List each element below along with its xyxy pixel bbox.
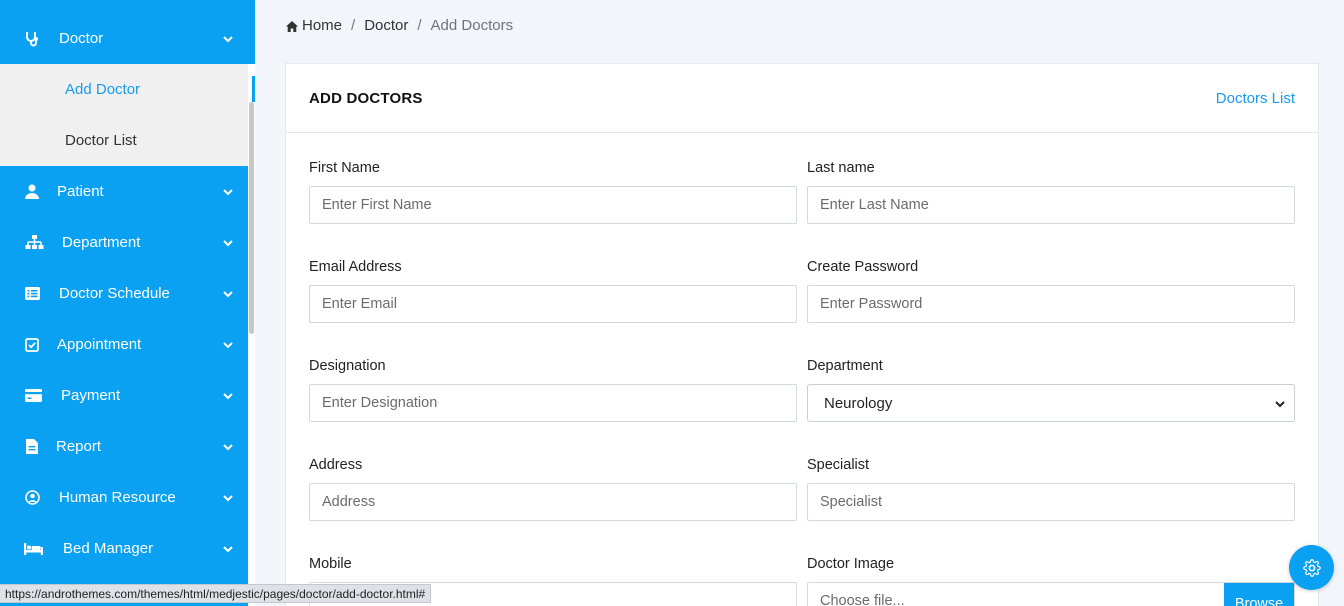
sidebar-item-label: Doctor <box>59 30 104 47</box>
last-name-label: Last name <box>807 160 875 176</box>
user-circle-icon <box>24 490 40 506</box>
sidebar-item-label: Patient <box>57 183 104 200</box>
breadcrumb-doctor[interactable]: Doctor <box>364 17 408 34</box>
sidebar-item-payment[interactable]: Payment <box>0 370 248 421</box>
department-label: Department <box>807 358 883 374</box>
browser-status-bar: https://androthemes.com/themes/html/medj… <box>0 584 432 603</box>
file-icon <box>24 439 40 455</box>
address-label: Address <box>309 457 363 473</box>
password-field[interactable] <box>807 285 1295 323</box>
breadcrumb: Home / Doctor / Add Doctors <box>286 16 513 34</box>
sidebar-item-label: Bed Manager <box>63 540 154 557</box>
department-selected-value: Neurology <box>824 394 893 412</box>
file-placeholder: Choose file... <box>820 593 905 606</box>
breadcrumb-separator: / <box>417 16 422 34</box>
mobile-label: Mobile <box>309 556 352 572</box>
gear-icon <box>1302 558 1321 577</box>
password-label: Create Password <box>807 259 919 275</box>
doctor-submenu: Add Doctor Doctor List <box>0 64 248 166</box>
chevron-down-icon <box>223 239 233 246</box>
sidebar-subitem-doctor-list[interactable]: Doctor List <box>0 115 248 166</box>
list-icon <box>24 286 40 302</box>
sidebar-item-appointment[interactable]: Appointment <box>0 319 248 370</box>
specialist-input[interactable] <box>807 483 1295 521</box>
sidebar-scrollbar[interactable] <box>249 102 254 334</box>
last-name-input[interactable] <box>807 186 1295 224</box>
stethoscope-icon <box>24 31 40 47</box>
add-doctor-card: ADD DOCTORS Doctors List First Name Last… <box>285 63 1319 606</box>
doctor-image-label: Doctor Image <box>807 556 895 572</box>
home-icon <box>286 21 298 32</box>
card-header: ADD DOCTORS Doctors List <box>286 64 1318 133</box>
chevron-down-icon <box>223 443 233 450</box>
credit-card-icon <box>24 388 42 404</box>
sidebar-item-label: Report <box>56 438 102 455</box>
chevron-down-icon <box>223 545 233 552</box>
chevron-down-icon <box>223 392 233 399</box>
settings-button[interactable] <box>1289 545 1334 590</box>
breadcrumb-home[interactable]: Home <box>302 17 342 34</box>
email-label: Email Address <box>309 259 402 275</box>
sidebar-item-report[interactable]: Report <box>0 421 248 472</box>
doctors-list-link[interactable]: Doctors List <box>1216 90 1295 107</box>
check-square-icon <box>24 337 40 353</box>
sidebar-item-label: Doctor Schedule <box>59 285 170 302</box>
department-select[interactable]: Neurology <box>807 384 1295 422</box>
sidebar-item-label: Appointment <box>57 336 142 353</box>
user-icon <box>24 184 40 200</box>
sidebar-item-doctor[interactable]: Doctor <box>0 13 248 64</box>
sidebar-item-patient[interactable]: Patient <box>0 166 248 217</box>
sidebar-item-label: Payment <box>61 387 121 404</box>
sidebar-item-department[interactable]: Department <box>0 217 248 268</box>
chevron-down-icon <box>223 188 233 195</box>
sidebar-item-bed-manager[interactable]: Bed Manager <box>0 523 248 574</box>
sidebar-item-label: Department <box>62 234 141 251</box>
active-indicator <box>252 76 255 102</box>
chevron-down-icon <box>1275 401 1285 408</box>
email-field[interactable] <box>309 285 797 323</box>
sidebar-subitem-add-doctor[interactable]: Add Doctor <box>0 64 248 115</box>
sidebar-item-doctor-schedule[interactable]: Doctor Schedule <box>0 268 248 319</box>
chevron-down-icon <box>223 35 233 42</box>
sitemap-icon <box>24 235 44 251</box>
browse-button[interactable]: Browse <box>1224 583 1294 606</box>
bed-icon <box>24 541 43 557</box>
sidebar-item-human-resource[interactable]: Human Resource <box>0 472 248 523</box>
chevron-down-icon <box>223 290 233 297</box>
first-name-label: First Name <box>309 160 380 176</box>
chevron-down-icon <box>223 341 233 348</box>
breadcrumb-separator: / <box>351 16 356 34</box>
first-name-input[interactable] <box>309 186 797 224</box>
chevron-down-icon <box>223 494 233 501</box>
designation-label: Designation <box>309 358 386 374</box>
designation-input[interactable] <box>309 384 797 422</box>
address-input[interactable] <box>309 483 797 521</box>
doctor-image-file-input[interactable]: Choose file... Browse <box>807 582 1295 606</box>
sidebar: Doctor Add Doctor Doctor List Patient De… <box>0 0 255 606</box>
sidebar-item-label: Human Resource <box>59 489 176 506</box>
page-title: ADD DOCTORS <box>309 90 423 107</box>
breadcrumb-current: Add Doctors <box>430 16 514 34</box>
specialist-label: Specialist <box>807 457 870 473</box>
